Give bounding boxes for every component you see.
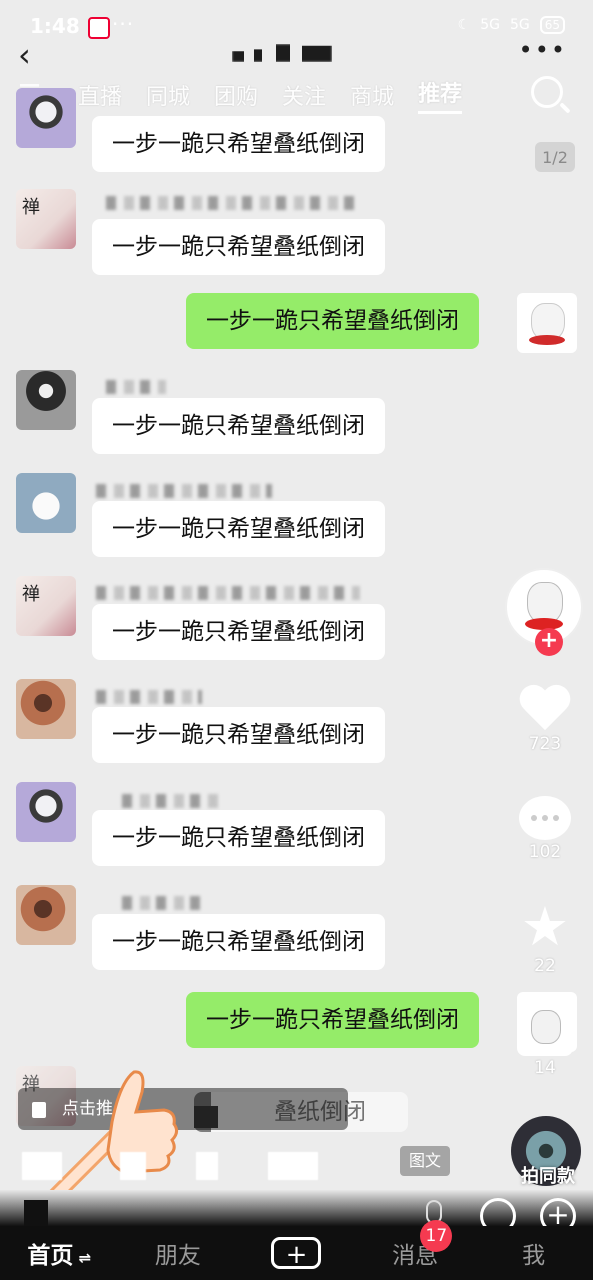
top-tabs: ☰ 直播 同城 团购 关注 商城 推荐 (18, 76, 486, 114)
nav-home-label: 首页 (27, 1243, 74, 1269)
tab-local[interactable]: 同城 (146, 79, 190, 111)
zen-glyph-icon: 禅 (22, 197, 40, 218)
nav-me[interactable]: 我 (474, 1236, 593, 1270)
image-text-tag[interactable]: 图文 (400, 1146, 450, 1176)
nav-create[interactable]: + (237, 1237, 356, 1270)
blurred-username (96, 690, 202, 704)
moon-icon: ☾ (457, 17, 471, 33)
comment-icon (519, 796, 571, 840)
same-style-button[interactable]: 拍同款 (521, 1162, 575, 1188)
chat-bubble: 一步一跪只希望叠纸倒闭 (92, 604, 385, 660)
more-icon[interactable]: ••• (519, 36, 567, 64)
avatar (16, 885, 76, 945)
tab-recommend[interactable]: 推荐 (418, 76, 463, 114)
nav-home[interactable]: 首页 ⇌ (0, 1236, 119, 1270)
blurred-content (194, 1106, 218, 1128)
blurred-content (196, 1152, 218, 1180)
heart-icon (519, 686, 571, 732)
blurred-username (96, 586, 360, 600)
avatar: 禅 (16, 189, 76, 249)
avatar (16, 782, 76, 842)
favorite-count: 22 (534, 956, 556, 976)
share-count: 14 (534, 1058, 556, 1078)
status-indicators: ☾ 5G 5G 65 (458, 16, 565, 34)
chat-bubble: 一步一跪只希望叠纸倒闭 (92, 116, 385, 172)
share-action[interactable]: 14 (517, 1000, 573, 1078)
chat-bubble-self: 一步一跪只希望叠纸倒闭 (186, 293, 479, 349)
follow-button[interactable]: + (535, 628, 563, 656)
tab-mall[interactable]: 商城 (350, 79, 394, 111)
share-icon (517, 1000, 573, 1056)
status-more-dots: ··· (112, 12, 135, 36)
tab-following[interactable]: 关注 (282, 79, 326, 111)
like-action[interactable]: 723 (517, 686, 573, 754)
blurred-username (122, 896, 204, 910)
blurred-username (96, 484, 272, 498)
star-icon: ★ (520, 895, 570, 958)
blurred-username (106, 380, 166, 394)
chat-bubble: 一步一跪只希望叠纸倒闭 (92, 219, 385, 275)
blurred-content (22, 1152, 62, 1180)
tab-live[interactable]: 直播 (78, 79, 122, 111)
switch-icon: ⇌ (73, 1249, 92, 1267)
status-time: 1:48 (30, 14, 80, 38)
favorite-action[interactable]: ★ 22 (517, 895, 573, 977)
avatar: 禅 (16, 576, 76, 636)
like-count: 723 (528, 734, 562, 754)
app-notification-icon (88, 17, 110, 39)
chat-bubble: 一步一跪只希望叠纸倒闭 (92, 810, 385, 866)
battery-icon: 65 (539, 16, 565, 34)
blurred-username (106, 196, 360, 210)
create-button[interactable]: + (271, 1237, 322, 1270)
avatar (16, 473, 76, 533)
signal-5g-1: 5G (480, 17, 500, 33)
blurred-content (120, 1152, 146, 1180)
avatar (16, 679, 76, 739)
bottom-nav: 首页 ⇌ 朋友 + 消息 17 我 (0, 1220, 593, 1280)
chat-bubble-self: 一步一跪只希望叠纸倒闭 (186, 992, 479, 1048)
comment-count: 102 (528, 842, 562, 862)
chat-bubble: 一步一跪只希望叠纸倒闭 (92, 398, 385, 454)
nav-friends[interactable]: 朋友 (119, 1236, 238, 1270)
chat-bubble: 一步一跪只希望叠纸倒闭 (92, 707, 385, 763)
comment-action[interactable]: 102 (517, 796, 573, 862)
back-arrow-icon[interactable]: ‹ (18, 36, 31, 74)
zen-glyph-icon: 禅 (22, 584, 40, 605)
chat-bubble: 一步一跪只希望叠纸倒闭 (92, 501, 385, 557)
unread-badge: 17 (420, 1220, 453, 1252)
chat-bubble: 一步一跪只希望叠纸倒闭 (92, 914, 385, 970)
nav-messages[interactable]: 消息 17 (356, 1220, 475, 1270)
blurred-title (232, 44, 332, 62)
blurred-username (122, 794, 220, 808)
tab-group-buy[interactable]: 团购 (214, 79, 258, 111)
signal-5g-2: 5G (509, 17, 530, 33)
avatar (16, 370, 76, 430)
page-indicator: 1/2 (535, 142, 575, 172)
avatar (16, 88, 76, 148)
search-icon[interactable] (531, 76, 563, 108)
blurred-content (268, 1152, 318, 1180)
avatar-self (517, 293, 577, 353)
blurred-content (24, 1200, 48, 1226)
